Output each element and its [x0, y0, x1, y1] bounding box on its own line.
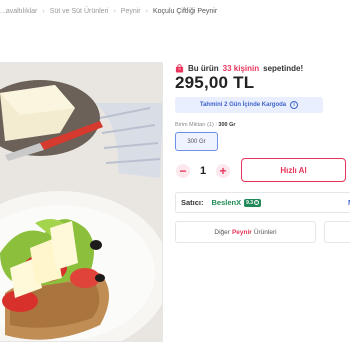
cart-popularity-note: Bu ürün 33 kişinin sepetinde! [175, 64, 303, 73]
other-cheese-products-button[interactable]: Diğer Peynir Ürünleri [175, 221, 316, 243]
breadcrumb: ...avaltılıklar › Süt ve Süt Ürünleri › … [0, 8, 217, 15]
quantity-decrease-button[interactable]: − [176, 164, 190, 178]
breadcrumb-item-dairy[interactable]: Süt ve Süt Ürünleri [50, 8, 109, 15]
other-products-suffix: Ürünleri [253, 228, 277, 236]
quantity-value[interactable]: 1 [200, 165, 206, 177]
unit-amount-label-text: Birim Miktarı (1) : [175, 122, 217, 128]
unit-amount-label: Birim Miktarı (1) : 300 Gr [175, 122, 236, 128]
shipping-estimate-text: Tahmini 2 Gün İçinde Kargoda [199, 102, 287, 108]
other-products-brand: Peynir [231, 228, 252, 236]
secondary-action-button[interactable] [324, 221, 350, 243]
breadcrumb-item-current[interactable]: Koçulu Çiftliği Peynir [153, 8, 217, 15]
breadcrumb-item-cheese[interactable]: Peynir [121, 8, 141, 15]
breadcrumb-item-category[interactable]: ...avaltılıklar [0, 8, 37, 15]
cart-note-suffix: sepetinde! [263, 64, 304, 73]
quick-buy-button[interactable]: Hızlı Al [241, 158, 346, 182]
product-price: 295,00 TL [175, 73, 255, 92]
quantity-stepper: − 1 + [176, 162, 230, 180]
seller-rating-badge: 9.3 ✓ [244, 198, 262, 207]
cart-note-count: 33 kişinin [222, 64, 260, 73]
product-page: ...avaltılıklar › Süt ve Süt Ürünleri › … [0, 0, 350, 350]
cart-note-prefix: Bu ürün [188, 64, 219, 73]
unit-amount-value: 300 Gr [218, 122, 236, 128]
product-image[interactable] [0, 62, 163, 342]
seller-name-link[interactable]: BeslenX [212, 198, 242, 207]
breadcrumb-separator-icon: › [42, 8, 45, 15]
quantity-increase-button[interactable]: + [216, 164, 230, 178]
seller-label: Satıcı: [181, 198, 204, 207]
breadcrumb-separator-icon: › [113, 8, 116, 15]
verified-check-icon: ✓ [254, 200, 260, 205]
other-products-prefix: Diğer [214, 228, 230, 236]
size-option-300gr[interactable]: 300 Gr [175, 132, 218, 151]
shipping-estimate-badge: Tahmini 2 Gün İçinde Kargoda i [175, 97, 323, 113]
breadcrumb-separator-icon: › [145, 8, 148, 15]
seller-info: Satıcı: BeslenX 9.3 ✓ M [175, 192, 350, 213]
cheese-sandwich-photo [0, 63, 162, 341]
seller-rating-value: 9.3 [246, 199, 254, 206]
info-icon[interactable]: i [290, 101, 299, 109]
shopping-bag-icon [175, 64, 184, 73]
